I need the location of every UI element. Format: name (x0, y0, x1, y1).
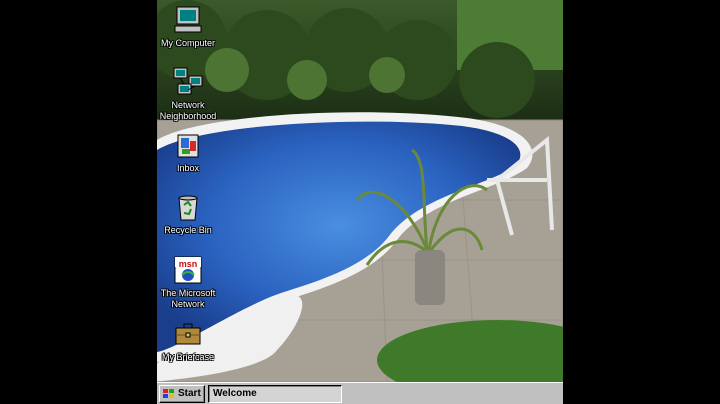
desktop: My Computer Network Neighborhood Inbox R… (157, 0, 563, 404)
desktop-icon-inbox[interactable]: Inbox (157, 129, 220, 174)
inbox-icon (177, 134, 199, 158)
taskbar: Start Welcome (157, 382, 563, 404)
windows-logo-icon (163, 388, 174, 398)
my-computer-icon (174, 6, 202, 33)
msn-icon: msn (174, 256, 202, 284)
my-computer-label: My Computer (160, 38, 215, 48)
taskbar-button-label: Welcome (213, 388, 257, 399)
my-briefcase-label: My Briefcase (161, 352, 214, 362)
desktop-icon-my-computer[interactable]: My Computer (157, 4, 220, 49)
desktop-icon-my-briefcase[interactable]: My Briefcase (157, 318, 220, 363)
desktop-icon-msn[interactable]: msn The Microsoft Network (157, 254, 220, 310)
msn-label: The Microsoft Network (160, 288, 216, 309)
svg-text:msn: msn (179, 259, 198, 269)
start-label: Start (178, 388, 201, 399)
network-neighborhood-label: Network Neighborhood (159, 100, 217, 121)
desktop-icon-network-neighborhood[interactable]: Network Neighborhood (157, 66, 220, 122)
network-neighborhood-icon (173, 67, 203, 95)
taskbar-button-welcome[interactable]: Welcome (208, 384, 342, 403)
start-button[interactable]: Start (159, 384, 205, 403)
inbox-label: Inbox (176, 163, 200, 173)
recycle-bin-label: Recycle Bin (164, 225, 212, 235)
recycle-bin-icon (178, 195, 198, 221)
desktop-icon-recycle-bin[interactable]: Recycle Bin (157, 191, 220, 236)
briefcase-icon (175, 323, 201, 345)
